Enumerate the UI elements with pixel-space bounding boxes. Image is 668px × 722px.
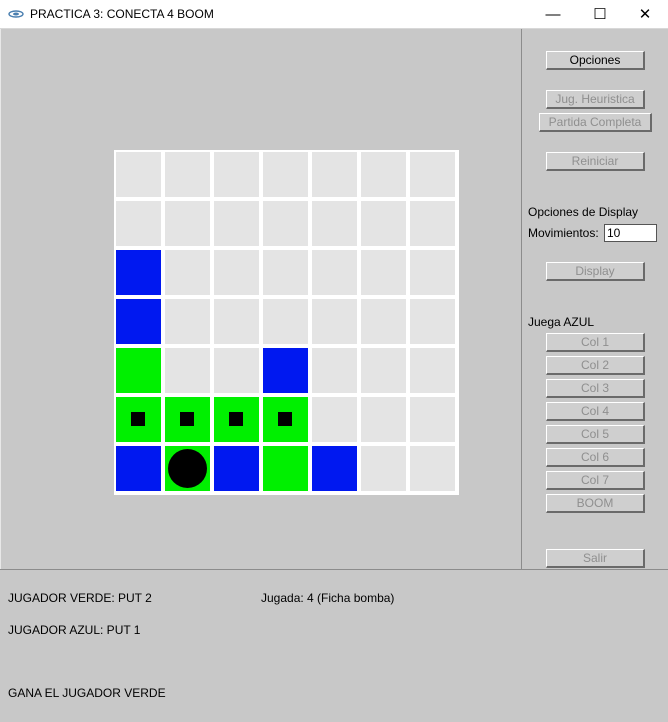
col-5-button[interactable]: Col 5 [546, 425, 645, 444]
green-piece [165, 397, 210, 442]
blue-piece [263, 348, 308, 393]
empty-cell [410, 446, 455, 491]
marker-icon [180, 412, 194, 426]
opciones-button[interactable]: Opciones [546, 51, 645, 70]
empty-cell [410, 250, 455, 295]
empty-cell [263, 299, 308, 344]
partida-completa-button[interactable]: Partida Completa [539, 113, 652, 132]
salir-button[interactable]: Salir [546, 549, 645, 568]
empty-cell [116, 152, 161, 197]
empty-cell [361, 299, 406, 344]
col-2-button[interactable]: Col 2 [546, 356, 645, 375]
empty-cell [312, 152, 357, 197]
empty-cell [214, 201, 259, 246]
empty-cell [312, 299, 357, 344]
empty-cell [312, 348, 357, 393]
marker-icon [131, 412, 145, 426]
display-options-label: Opciones de Display [528, 205, 639, 219]
empty-cell [361, 152, 406, 197]
empty-cell [263, 152, 308, 197]
blue-piece [116, 446, 161, 491]
board-area [0, 29, 522, 569]
marker-icon [278, 412, 292, 426]
empty-cell [214, 348, 259, 393]
green-piece [263, 397, 308, 442]
green-piece [214, 397, 259, 442]
minimize-button[interactable]: — [530, 0, 576, 28]
empty-cell [214, 152, 259, 197]
empty-cell [410, 299, 455, 344]
marker-icon [229, 412, 243, 426]
empty-cell [410, 397, 455, 442]
result-message: GANA EL JUGADOR VERDE [8, 686, 166, 700]
green-piece [263, 446, 308, 491]
player-blue-status: JUGADOR AZUL: PUT 1 [8, 623, 141, 637]
maximize-button[interactable]: ☐ [577, 0, 623, 28]
empty-cell [165, 201, 210, 246]
blue-piece [116, 299, 161, 344]
empty-cell [361, 348, 406, 393]
empty-cell [312, 397, 357, 442]
player-green-status: JUGADOR VERDE: PUT 2 [8, 591, 152, 605]
display-button[interactable]: Display [546, 262, 645, 281]
empty-cell [165, 152, 210, 197]
col-1-button[interactable]: Col 1 [546, 333, 645, 352]
turn-label: Juega AZUL [528, 315, 595, 329]
col-7-button[interactable]: Col 7 [546, 471, 645, 490]
green-piece [116, 397, 161, 442]
jug-heuristica-button[interactable]: Jug. Heuristica [546, 90, 645, 109]
empty-cell [361, 446, 406, 491]
empty-cell [116, 201, 161, 246]
blue-piece [214, 446, 259, 491]
empty-cell [410, 201, 455, 246]
empty-cell [312, 250, 357, 295]
blue-piece [116, 250, 161, 295]
blue-piece [312, 446, 357, 491]
empty-cell [214, 250, 259, 295]
control-panel: Opciones Jug. Heuristica Partida Complet… [521, 29, 668, 569]
status-area: JUGADOR VERDE: PUT 2 Jugada: 4 (Ficha bo… [0, 569, 668, 722]
movimientos-input[interactable]: 10 [604, 224, 657, 242]
empty-cell [361, 250, 406, 295]
empty-cell [214, 299, 259, 344]
empty-cell [263, 250, 308, 295]
play-info: Jugada: 4 (Ficha bomba) [261, 591, 395, 605]
app-icon [8, 10, 24, 18]
game-board[interactable] [114, 150, 459, 495]
col-4-button[interactable]: Col 4 [546, 402, 645, 421]
green-piece [165, 446, 210, 491]
empty-cell [312, 201, 357, 246]
title-bar: PRACTICA 3: CONECTA 4 BOOM — ☐ ✕ [0, 0, 668, 29]
empty-cell [410, 152, 455, 197]
col-6-button[interactable]: Col 6 [546, 448, 645, 467]
empty-cell [165, 299, 210, 344]
movimientos-label: Movimientos: [528, 226, 599, 240]
boom-button[interactable]: BOOM [546, 494, 645, 513]
col-3-button[interactable]: Col 3 [546, 379, 645, 398]
bomb-icon [168, 449, 207, 488]
empty-cell [361, 397, 406, 442]
empty-cell [263, 201, 308, 246]
empty-cell [361, 201, 406, 246]
empty-cell [410, 348, 455, 393]
reiniciar-button[interactable]: Reiniciar [546, 152, 645, 171]
window-title: PRACTICA 3: CONECTA 4 BOOM [30, 7, 214, 21]
empty-cell [165, 250, 210, 295]
empty-cell [165, 348, 210, 393]
green-piece [116, 348, 161, 393]
close-button[interactable]: ✕ [622, 0, 668, 28]
